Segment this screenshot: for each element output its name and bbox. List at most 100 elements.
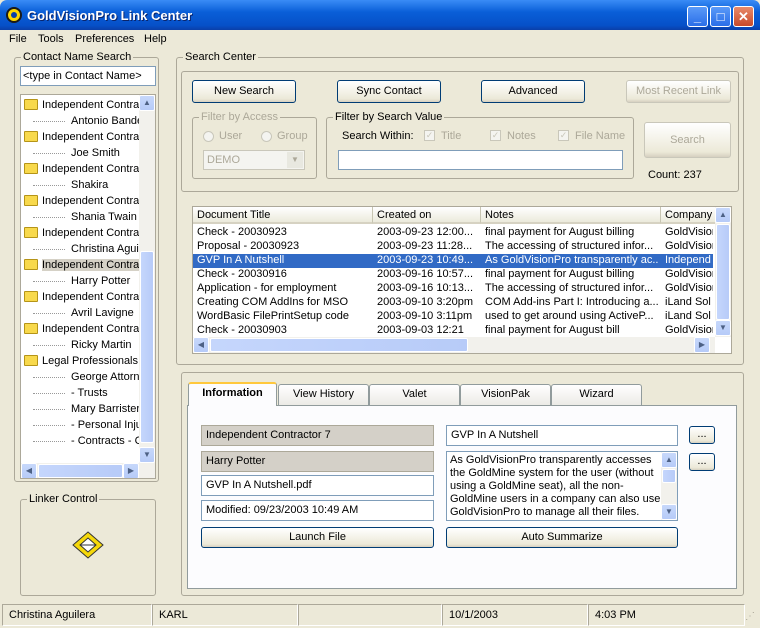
- table-cell: used to get around using ActiveP...: [485, 310, 654, 322]
- menu-help[interactable]: Help: [144, 33, 167, 45]
- tree-contact[interactable]: - Contracts - C: [21, 433, 139, 449]
- tree-folder[interactable]: Independent Contra: [21, 129, 139, 145]
- table-row[interactable]: GVP In A Nutshell 2003-09-23 10:49... As G…: [193, 254, 713, 268]
- scroll-left-icon[interactable]: ◀: [21, 463, 37, 478]
- close-button[interactable]: ✕: [733, 6, 754, 27]
- tree-contact[interactable]: Harry Potter: [21, 273, 139, 289]
- advanced-button[interactable]: Advanced: [481, 80, 585, 103]
- table-row[interactable]: Proposal - 20030923 2003-09-23 11:28... Th…: [193, 240, 713, 254]
- results-vthumb[interactable]: [716, 224, 730, 320]
- tree-label: Avril Lavigne: [71, 307, 134, 319]
- table-cell: GoldVision: [665, 240, 713, 252]
- tree-contact[interactable]: Mary Barrister: [21, 401, 139, 417]
- tree-contact[interactable]: Avril Lavigne: [21, 305, 139, 321]
- menu-tools[interactable]: Tools: [38, 33, 64, 45]
- tree-folder[interactable]: Legal Professionals,: [21, 353, 139, 369]
- menu-preferences[interactable]: Preferences: [75, 33, 134, 45]
- file-name-checkbox[interactable]: ✓: [558, 130, 569, 141]
- search-value-input[interactable]: [338, 150, 623, 170]
- tree-label: Independent Contra: [42, 259, 139, 271]
- table-row[interactable]: Application - for employment 2003-09-16 1…: [193, 282, 713, 296]
- group-radio[interactable]: [261, 131, 272, 142]
- col-notes[interactable]: Notes: [481, 207, 661, 224]
- access-select[interactable]: DEMO ▼: [203, 150, 305, 170]
- table-row[interactable]: Creating COM AddIns for MSO 2003-09-10 3:…: [193, 296, 713, 310]
- tree-connector: [33, 441, 65, 442]
- col-created-on[interactable]: Created on: [373, 207, 481, 224]
- new-search-button[interactable]: New Search: [192, 80, 296, 103]
- launch-file-button[interactable]: Launch File: [201, 527, 434, 548]
- tree-folder[interactable]: Independent Contra: [21, 225, 139, 241]
- minimize-button[interactable]: _: [687, 6, 708, 27]
- resize-grip-icon[interactable]: ⋰: [745, 610, 758, 624]
- contact-search-input[interactable]: <type in Contact Name>: [20, 66, 156, 86]
- table-cell: Check - 20030903: [197, 324, 287, 336]
- tab-visionpak[interactable]: VisionPak: [460, 384, 551, 405]
- tree-contact[interactable]: Christina Aguil: [21, 241, 139, 257]
- menu-file[interactable]: File: [9, 33, 27, 45]
- table-row[interactable]: Check - 20030923 2003-09-23 12:00... final…: [193, 226, 713, 240]
- tab-wizard[interactable]: Wizard: [551, 384, 642, 405]
- tree-contact[interactable]: Antonio Bande: [21, 113, 139, 129]
- tree-folder[interactable]: Independent Contra: [21, 321, 139, 337]
- results-scroll-down-icon[interactable]: ▼: [715, 320, 731, 336]
- tree-contact[interactable]: Shakira: [21, 177, 139, 193]
- tree-folder[interactable]: Independent Contra: [21, 289, 139, 305]
- hscroll-thumb[interactable]: [38, 464, 123, 478]
- tree-folder[interactable]: Independent Contra: [21, 97, 139, 113]
- scroll-right-icon[interactable]: ▶: [123, 463, 139, 478]
- linker-icon[interactable]: [71, 530, 105, 560]
- notes-checkbox[interactable]: ✓: [490, 130, 501, 141]
- tree-vscroll[interactable]: ▲ ▼: [139, 95, 155, 463]
- info-notes-box[interactable]: As GoldVisionPro transparently accesses …: [446, 451, 678, 521]
- maximize-button[interactable]: □: [710, 6, 731, 27]
- scroll-thumb[interactable]: [140, 251, 154, 443]
- tree-folder[interactable]: Independent Contra: [21, 193, 139, 209]
- scroll-down-icon[interactable]: ▼: [139, 447, 155, 463]
- table-row[interactable]: WordBasic FilePrintSetup code 2003-09-10 …: [193, 310, 713, 324]
- status-empty: [298, 604, 442, 626]
- title-browse-button[interactable]: ...: [689, 426, 715, 444]
- tree-contact[interactable]: Joe Smith: [21, 145, 139, 161]
- sync-contact-button[interactable]: Sync Contact: [337, 80, 441, 103]
- notes-vscroll[interactable]: ▲ ▼: [661, 452, 677, 520]
- title-checkbox[interactable]: ✓: [424, 130, 435, 141]
- tab-information[interactable]: Information: [188, 382, 277, 406]
- tree-contact[interactable]: George Attorn: [21, 369, 139, 385]
- chevron-down-icon[interactable]: ▼: [287, 152, 303, 168]
- table-cell: 2003-09-16 10:13...: [377, 282, 474, 294]
- notes-scroll-up-icon[interactable]: ▲: [661, 452, 677, 468]
- table-row[interactable]: Check - 20030916 2003-09-16 10:57... final…: [193, 268, 713, 282]
- table-row[interactable]: Check - 20030903 2003-09-03 12:21 final pa…: [193, 324, 713, 337]
- tree-contact[interactable]: - Trusts: [21, 385, 139, 401]
- info-title[interactable]: GVP In A Nutshell: [446, 425, 678, 446]
- notes-thumb[interactable]: [662, 469, 676, 483]
- tree-hscroll[interactable]: ◀ ▶: [21, 463, 155, 478]
- tree-label: Shakira: [71, 179, 109, 191]
- results-scroll-left-icon[interactable]: ◀: [193, 337, 209, 353]
- tree-folder[interactable]: Independent Contra: [21, 161, 139, 177]
- results-scroll-right-icon[interactable]: ▶: [694, 337, 710, 353]
- notes-browse-button[interactable]: ...: [689, 453, 715, 471]
- tree-contact[interactable]: - Personal Inju: [21, 417, 139, 433]
- tree-folder[interactable]: Independent Contra: [21, 257, 139, 273]
- results-vscroll[interactable]: ▲ ▼: [715, 207, 731, 337]
- tab-valet[interactable]: Valet: [369, 384, 460, 405]
- contact-tree[interactable]: Independent Contra Antonio Bande Independe…: [20, 94, 156, 479]
- results-scroll-up-icon[interactable]: ▲: [715, 207, 731, 223]
- results-hscroll[interactable]: ◀ ▶: [193, 337, 715, 353]
- col-company[interactable]: Company: [661, 207, 715, 224]
- search-button[interactable]: Search: [644, 122, 731, 158]
- tree-contact[interactable]: Shania Twain: [21, 209, 139, 225]
- user-radio[interactable]: [203, 131, 214, 142]
- most-recent-link-button[interactable]: Most Recent Link: [626, 80, 731, 103]
- scroll-up-icon[interactable]: ▲: [139, 95, 155, 111]
- tree-contact[interactable]: Ricky Martin: [21, 337, 139, 353]
- notes-scroll-down-icon[interactable]: ▼: [661, 504, 677, 520]
- tab-view-history[interactable]: View History: [278, 384, 369, 405]
- results-hthumb[interactable]: [210, 338, 468, 352]
- col-document-title[interactable]: Document Title: [193, 207, 373, 224]
- auto-summarize-button[interactable]: Auto Summarize: [446, 527, 678, 548]
- results-list[interactable]: Document Title Created on Notes Company …: [192, 206, 732, 354]
- info-file[interactable]: GVP In A Nutshell.pdf: [201, 475, 434, 496]
